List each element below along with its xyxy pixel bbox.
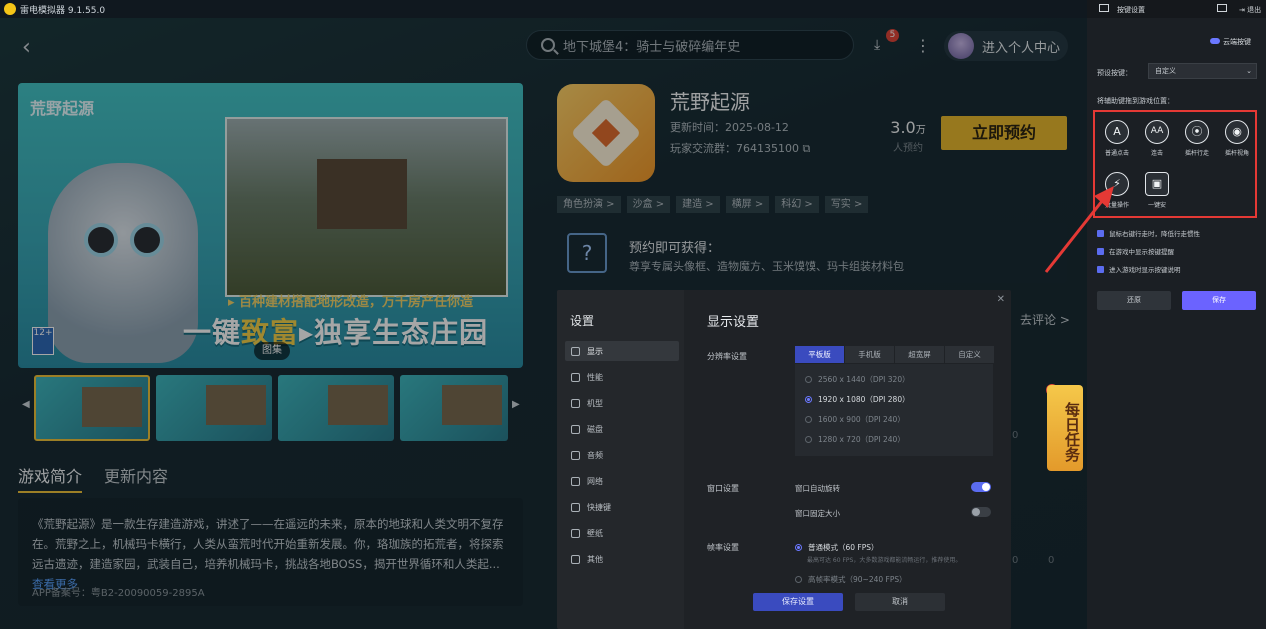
window-settings-label: 窗口设置 xyxy=(707,484,739,493)
settings-nav-disk[interactable]: 磁盘 xyxy=(565,419,679,439)
save-button[interactable]: 保存 xyxy=(1182,291,1256,310)
wallpaper-icon xyxy=(571,528,580,538)
fps-hint: 最高可达 60 FPS，大多数游戏都能流畅运行，推荐使用。 xyxy=(807,557,962,564)
app-title: 雷电模拟器 9.1.55.0 xyxy=(20,5,106,16)
resolution-option[interactable]: 1600 x 900（DPI 240） xyxy=(805,414,905,425)
annotation-arrow-icon xyxy=(1044,186,1114,273)
auto-rotate-toggle[interactable] xyxy=(971,482,991,492)
joystick-move-icon: ⦿ xyxy=(1185,120,1209,144)
tap-icon: A xyxy=(1105,120,1129,144)
title-bar: 雷电模拟器 9.1.55.0 xyxy=(0,0,1087,18)
cloud-keys-link[interactable]: 云端按键 xyxy=(1210,37,1251,47)
combo-icon: AA xyxy=(1145,120,1169,144)
keyboard-icon xyxy=(1099,4,1109,12)
resolution-label: 分辨率设置 xyxy=(707,352,747,361)
key-combo[interactable]: AA 连击 xyxy=(1137,120,1177,157)
cloud-icon xyxy=(1210,38,1220,44)
cancel-button[interactable]: 取消 xyxy=(855,593,945,611)
key-joystick-move[interactable]: ⦿ 摇杆行走 xyxy=(1177,120,1217,157)
key-panel-header: 按键设置 ⇥ 退出 xyxy=(1087,0,1266,18)
settings-nav-performance[interactable]: 性能 xyxy=(565,367,679,387)
auto-rotate-label: 窗口自动旋转 xyxy=(795,484,840,493)
resolution-option[interactable]: 2560 x 1440（DPI 320） xyxy=(805,374,910,385)
audio-icon xyxy=(571,450,580,460)
tab-ultrawide[interactable]: 超宽屏 xyxy=(895,346,944,363)
key-tap[interactable]: A 普通点击 xyxy=(1097,120,1137,157)
resolution-options: 2560 x 1440（DPI 320） 1920 x 1080（DPI 280… xyxy=(795,364,993,456)
app-window: 雷电模拟器 9.1.55.0 ‹ 地下城堡4：骑士与破碎编年史 ⤓ 5 ⋮ 进入… xyxy=(0,0,1266,629)
drag-hint: 将辅助键拖到游戏位置： xyxy=(1097,97,1174,105)
key-mapping-panel: 按键设置 ⇥ 退出 云端按键 预设按键： 自定义 ⌄ 将辅助键拖到游戏位置： A普… xyxy=(1087,0,1266,629)
save-settings-button[interactable]: 保存设置 xyxy=(753,593,843,611)
tab-custom[interactable]: 自定义 xyxy=(945,346,994,363)
preset-label: 预设按键： xyxy=(1097,69,1132,77)
key-panel-title: 按键设置 xyxy=(1117,6,1145,14)
key-joystick-view[interactable]: ◉ 摇杆视角 xyxy=(1217,120,1257,157)
resolution-option[interactable]: 1280 x 720（DPI 240） xyxy=(805,434,905,445)
fps-high-option[interactable]: 高帧率模式（90~240 FPS） xyxy=(795,574,907,585)
display-settings-title: 显示设置 xyxy=(707,315,760,330)
model-icon xyxy=(571,398,580,408)
reset-button[interactable]: 还原 xyxy=(1097,291,1171,310)
settings-nav-model[interactable]: 机型 xyxy=(565,393,679,413)
settings-nav-network[interactable]: 网络 xyxy=(565,471,679,491)
fps-settings-label: 帧率设置 xyxy=(707,543,739,552)
settings-title: 设置 xyxy=(570,314,595,328)
tab-phone[interactable]: 手机版 xyxy=(845,346,894,363)
settings-nav-other[interactable]: 其他 xyxy=(565,549,679,569)
preset-select[interactable]: 自定义 ⌄ xyxy=(1148,63,1257,79)
tab-tablet[interactable]: 平板版 xyxy=(795,346,844,363)
fixed-size-label: 窗口固定大小 xyxy=(795,509,840,518)
display-icon xyxy=(571,346,580,356)
exit-button[interactable]: ⇥ 退出 xyxy=(1239,5,1261,15)
grid-icon xyxy=(571,554,580,564)
fixed-size-toggle[interactable] xyxy=(971,507,991,517)
folder-icon[interactable] xyxy=(1217,4,1227,12)
chevron-down-icon: ⌄ xyxy=(1246,67,1252,75)
settings-nav-shortcuts[interactable]: 快捷键 xyxy=(565,497,679,517)
resolution-option[interactable]: 1920 x 1080（DPI 280） xyxy=(805,394,910,405)
fps-normal-option[interactable]: 普通模式（60 FPS） xyxy=(795,542,879,553)
close-icon[interactable]: ✕ xyxy=(997,294,1005,305)
keyboard-icon xyxy=(571,502,580,512)
network-icon xyxy=(571,476,580,486)
resolution-tabs: 平板版 手机版 超宽屏 自定义 xyxy=(795,346,995,363)
one-click-icon: ▣ xyxy=(1145,172,1169,196)
settings-sidebar: 设置 显示 性能 机型 磁盘 音频 网络 快捷键 壁纸 其他 xyxy=(557,290,684,629)
settings-dialog: 设置 显示 性能 机型 磁盘 音频 网络 快捷键 壁纸 其他 ✕ 显示设置 分辨… xyxy=(557,290,1011,629)
daily-task-button[interactable]: 每日任务 xyxy=(1047,385,1083,471)
performance-icon xyxy=(571,372,580,382)
joystick-view-icon: ◉ xyxy=(1225,120,1249,144)
settings-nav-audio[interactable]: 音频 xyxy=(565,445,679,465)
app-logo-icon xyxy=(4,3,16,15)
settings-nav-display[interactable]: 显示 xyxy=(565,341,679,361)
key-one-click[interactable]: ▣ 一键安 xyxy=(1137,172,1177,209)
disk-icon xyxy=(571,424,580,434)
settings-nav-wallpaper[interactable]: 壁纸 xyxy=(565,523,679,543)
